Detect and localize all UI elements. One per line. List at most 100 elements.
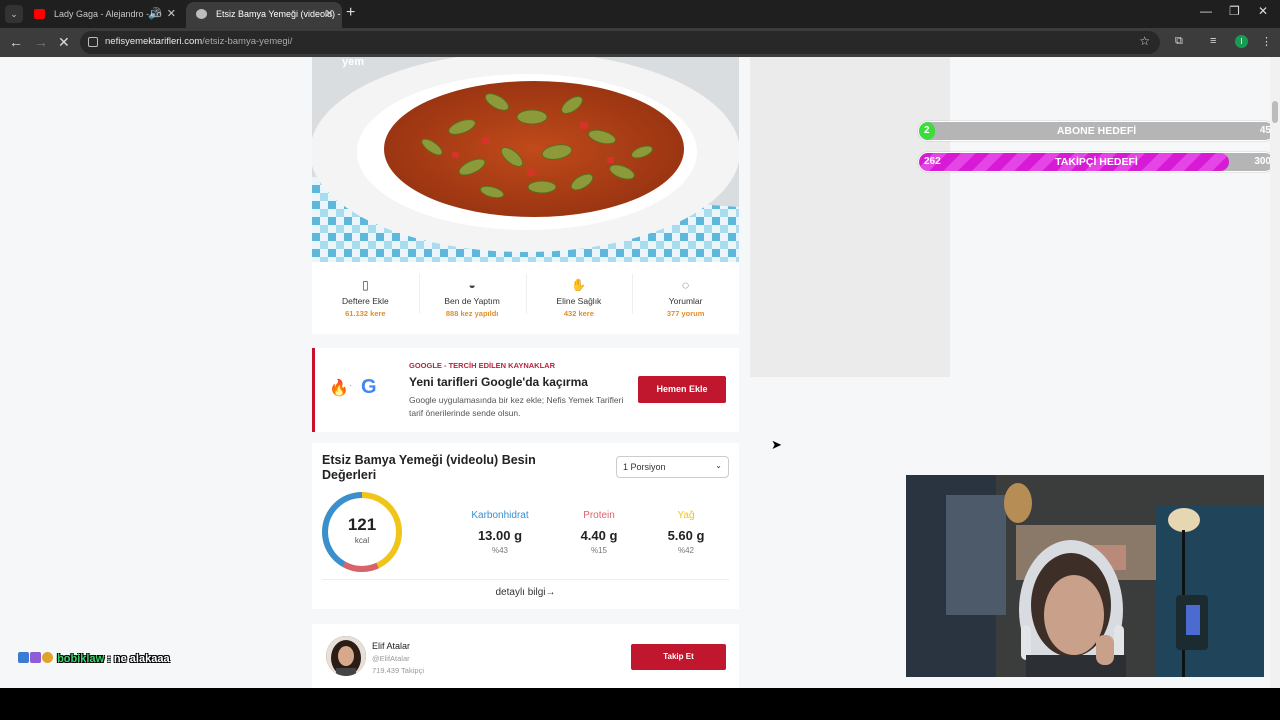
stat-count: 377 yorum <box>666 309 705 318</box>
portion-value: 1 Porsiyon <box>623 462 666 472</box>
author-avatar[interactable] <box>326 636 366 676</box>
webcam-feed <box>906 475 1264 677</box>
minimize-icon[interactable]: — <box>1200 4 1212 18</box>
chat-text: : ne alakaaa <box>104 653 170 665</box>
portion-select[interactable]: 1 Porsiyon ⌄ <box>616 456 729 478</box>
add-to-notebook-button[interactable]: ▯ Deftere Ekle 61.132 kere <box>312 262 419 334</box>
macro-name: Protein <box>583 510 615 521</box>
tab-bar: ⌄ Lady Gaga - Alejandro - Yo 🔊 ✕ Etsiz B… <box>0 0 1280 28</box>
macro-name: Karbonhidrat <box>471 510 529 521</box>
stop-icon[interactable]: ✕ <box>58 34 70 51</box>
restore-icon[interactable]: ❐ <box>1229 4 1240 18</box>
follower-goal-target: 300 <box>1254 156 1270 167</box>
page-scrollbar[interactable] <box>1270 57 1280 688</box>
macro-carbs: Karbonhidrat 13.00 g %43 <box>455 510 545 555</box>
menu-icon[interactable]: ⋮ <box>1261 35 1272 48</box>
macro-name: Yağ <box>677 510 695 521</box>
stat-label: Yorumlar <box>668 296 703 306</box>
ad-placeholder <box>750 57 950 377</box>
i-made-it-button[interactable]: ◒ Ben de Yaptım 888 kez yapıldı <box>418 262 526 334</box>
media-control-icon[interactable]: ≡ <box>1210 35 1216 47</box>
browser-toolbar: ← → ✕ nefisyemektarifleri.com/etsiz-bamy… <box>0 28 1280 57</box>
flame-icon: 🔥 <box>329 380 349 397</box>
macro-percent: %43 <box>491 546 508 555</box>
okra-stew-photo: yem <box>312 57 739 262</box>
card-title: Yeni tarifleri Google'da kaçırma <box>409 375 588 389</box>
recipe-stats: ▯ Deftere Ekle 61.132 kere ◒ Ben de Yapt… <box>312 262 739 334</box>
notebook-icon: ▯ <box>362 278 369 292</box>
google-source-card: 🔥 · G GOOGLE - TERCİH EDİLEN KAYNAKLAR Y… <box>312 348 739 432</box>
follower-goal-current: 262 <box>924 156 941 167</box>
chevron-down-icon: ⌄ <box>715 461 722 470</box>
add-now-button[interactable]: Hemen Ekle <box>638 376 726 403</box>
calorie-unit: kcal <box>354 536 370 545</box>
author-card: Elif Atalar @ElifAtalar 719.439 Takipçi … <box>312 624 739 688</box>
nutrition-title: Etsiz Bamya Yemeği (videolu) Besin Değer… <box>322 453 536 482</box>
tab-search-button[interactable]: ⌄ <box>5 5 23 23</box>
author-followers: 719.439 Takipçi <box>372 666 424 675</box>
comments-button[interactable]: ◌ Yorumlar 377 yorum <box>632 262 739 334</box>
tab-close-icon[interactable]: ✕ <box>325 2 334 26</box>
extensions-icon[interactable]: ⧉ <box>1175 35 1183 48</box>
forward-icon[interactable]: → <box>34 34 48 50</box>
image-overlay-text: yem <box>342 57 364 68</box>
gift-badge-icon <box>42 652 53 663</box>
verified-badge-icon <box>18 652 29 663</box>
tab-title: Etsiz Bamya Yemeği (videolu) - <box>216 9 341 19</box>
card-kicker: GOOGLE - TERCİH EDİLEN KAYNAKLAR <box>409 361 555 370</box>
subscriber-goal-target: 45 <box>1259 125 1270 136</box>
close-window-icon[interactable]: ✕ <box>1258 4 1268 18</box>
divider <box>322 579 729 580</box>
letterbox-bar <box>0 688 1280 720</box>
google-logo: G <box>361 376 377 398</box>
subscriber-goal-current: 2 <box>924 125 930 136</box>
macro-percent: %42 <box>677 546 694 555</box>
back-icon[interactable]: ← <box>9 34 23 50</box>
comment-icon: ◌ <box>682 278 690 292</box>
stat-label: Deftere Ekle <box>341 296 389 306</box>
author-photo <box>326 636 366 676</box>
follower-goal-bar: TAKİPÇİ HEDEFİ 262 300 <box>918 152 1270 172</box>
macro-value: 13.00 g <box>477 528 523 543</box>
site-favicon <box>196 9 207 19</box>
calorie-value: 121 <box>347 515 377 534</box>
clap-icon: ✋ <box>571 278 587 292</box>
tab-youtube[interactable]: Lady Gaga - Alejandro - Yo 🔊 ✕ <box>24 2 184 28</box>
author-name[interactable]: Elif Atalar <box>372 641 410 651</box>
url-text: nefisyemektarifleri.com/etsiz-bamya-yeme… <box>105 36 293 47</box>
card-description: Google uygulamasında bir kez ekle; Nefis… <box>409 395 624 418</box>
tab-close-icon[interactable]: ✕ <box>167 2 176 26</box>
webcam-overlay <box>906 475 1264 677</box>
scrollbar-thumb[interactable] <box>1272 101 1278 123</box>
stat-count: 432 kere <box>563 309 594 318</box>
pot-icon: ◒ <box>468 278 476 292</box>
subscriber-goal-bar: ABONE HEDEFİ 2 45 <box>918 121 1270 141</box>
macro-fat: Yağ 5.60 g %42 <box>641 510 731 555</box>
follow-button[interactable]: Takip Et <box>631 644 726 670</box>
mouse-cursor-icon: ➤ <box>771 437 782 452</box>
recipe-image: yem <box>312 57 739 262</box>
youtube-favicon <box>34 9 45 19</box>
macro-value: 4.40 g <box>580 528 618 543</box>
subscriber-goal-label: ABONE HEDEFİ <box>1056 125 1137 137</box>
address-bar[interactable]: nefisyemektarifleri.com/etsiz-bamya-yeme… <box>80 31 1160 54</box>
page-viewport: yem ▯ Deftere Ekle 61.132 kere ◒ Ben de … <box>0 57 1270 688</box>
subscriber-badge-icon <box>30 652 41 663</box>
macro-percent: %15 <box>590 546 607 555</box>
details-link[interactable]: detaylı bilgi→ <box>312 587 739 598</box>
bookmark-star-icon[interactable]: ☆ <box>1139 34 1150 48</box>
tab-title: Lady Gaga - Alejandro - Yo <box>54 9 162 19</box>
follower-goal-label: TAKİPÇİ HEDEFİ <box>1055 156 1138 168</box>
author-handle: @ElifAtalar <box>372 654 410 663</box>
site-info-icon[interactable] <box>88 37 98 47</box>
tab-recipe[interactable]: Etsiz Bamya Yemeği (videolu) - ✕ <box>186 2 342 28</box>
stream-chat-message: bobiklaw : ne alakaaa <box>18 652 170 665</box>
new-tab-button[interactable]: + <box>346 4 355 22</box>
macro-value: 5.60 g <box>667 528 705 543</box>
stat-count: 888 kez yapıldı <box>445 309 499 318</box>
well-done-button[interactable]: ✋ Eline Sağlık 432 kere <box>525 262 633 334</box>
macro-protein: Protein 4.40 g %15 <box>554 510 644 555</box>
stat-label: Eline Sağlık <box>556 296 602 306</box>
speaker-icon[interactable]: 🔊 <box>148 2 162 26</box>
profile-avatar[interactable]: I <box>1235 35 1248 48</box>
